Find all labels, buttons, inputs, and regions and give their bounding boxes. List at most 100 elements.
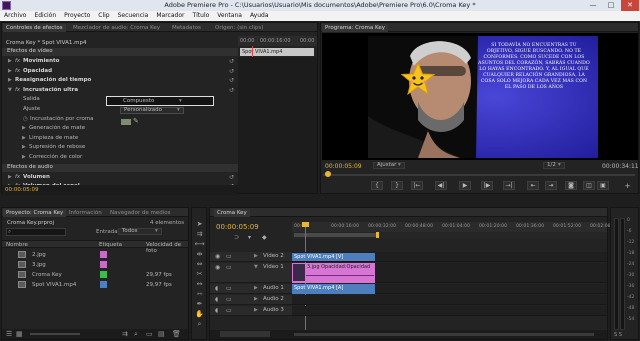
list-view-icon[interactable]: ☰ [6,330,12,338]
menu-ayuda[interactable]: Ayuda [246,11,273,19]
menu-marcador[interactable]: Marcador [152,11,188,19]
effect-timecode[interactable]: 00:00:05:09 [5,187,39,193]
chroma-color-swatch[interactable] [121,119,131,125]
close-button[interactable]: ✕ [621,0,639,11]
icon-view-icon[interactable]: ▦ [16,330,23,338]
menu-secuencia[interactable]: Secuencia [114,11,153,19]
project-item[interactable]: Spot VIVA1.mp4 29,97 fps [2,280,188,290]
add-button-icon[interactable]: + [623,182,632,190]
column-name[interactable]: Nombre [6,242,28,248]
new-bin-icon[interactable]: ▭ [146,330,153,338]
menu-titulo[interactable]: Título [188,11,213,19]
playhead-marker[interactable] [325,171,331,177]
clip-a1[interactable]: Spot VIVA1.mp4 [A] [292,284,375,294]
marker-icon[interactable]: ▾ [248,234,251,241]
eyedropper-icon[interactable]: ✎ [133,117,139,125]
track-lane[interactable] [292,295,607,305]
zoom-slider[interactable] [30,333,80,335]
tab-info[interactable]: Información [66,209,105,217]
eye-icon[interactable]: ◉ [215,264,220,271]
track-header[interactable]: ◖ ▭ ▶ Audio 1 [210,284,292,294]
track-select-tool-icon[interactable]: ⇉ [194,230,205,239]
export-frame-icon[interactable]: ◙ [565,181,577,190]
ajuste-dropdown[interactable]: Personalizado ▾ [120,107,184,114]
mark-out-icon[interactable]: } [391,181,403,190]
eye-icon[interactable]: ◉ [215,253,220,260]
disclosure-open-icon[interactable]: ▼ [8,87,15,93]
reset-icon[interactable]: ↺ [228,77,235,84]
rolling-edit-tool-icon[interactable]: ⇹ [194,250,205,259]
disclosure-closed-icon[interactable]: ▶ [8,58,15,64]
project-item[interactable]: Croma Key 29,97 fps [2,270,188,280]
maximize-button[interactable]: □ [602,0,620,11]
fx-badge-icon[interactable]: fx [15,68,23,74]
zoom-tool-icon[interactable]: ⌕ [194,320,205,329]
rate-stretch-tool-icon[interactable]: ⇔ [194,260,205,269]
effect-row[interactable]: ▶ Generación de mate [2,125,238,133]
razor-tool-icon[interactable]: ✂ [194,270,205,279]
effect-row[interactable]: Efectos de audio [2,163,238,172]
search-bin-icon[interactable]: ⌕ [134,330,138,339]
track-header[interactable]: ◉ ▭ ▼ Vídeo 1 [210,263,292,283]
program-timecode[interactable]: 00:00:05:09 [325,163,362,170]
effect-row[interactable]: ▶ fx Opacidad ↺ [2,68,238,76]
timeline-ruler[interactable]: 00:00 00:00:16:00 00:00:32:00 00:00:48:00 00… [292,222,611,232]
work-area-end-marker[interactable] [376,232,379,238]
menu-clip[interactable]: Clip [94,11,113,19]
automate-icon[interactable]: ⇉ [122,330,128,338]
lift-icon[interactable]: ⇤ [527,181,539,190]
disclosure-closed-icon[interactable]: ▶ [22,125,29,131]
extract-icon[interactable]: ⇥ [545,181,557,190]
trim-icon[interactable]: ◫ [583,181,595,190]
speaker-icon[interactable]: ◖ [215,296,218,303]
reset-icon[interactable]: ↺ [228,68,235,75]
timeline-playhead-handle[interactable] [302,222,309,227]
snap-icon[interactable]: ⊃ [234,234,239,241]
disclosure-closed-icon[interactable]: ▶ [8,77,15,83]
program-scrubber[interactable] [323,171,635,178]
effect-row[interactable]: ▶ Supresión de rebose [2,144,238,152]
effect-row[interactable]: ▶ Limpieza de mate [2,135,238,143]
speaker-icon[interactable]: ◖ [215,285,218,292]
selection-tool-icon[interactable]: ➤ [194,220,205,229]
new-item-icon[interactable]: ▤ [158,330,165,338]
track-header[interactable]: ◖ ▭ ▶ Audio 2 [210,295,292,305]
tab-program[interactable]: Programa: Croma Key [322,24,388,32]
sequence-marker-icon[interactable]: ◆ [262,234,267,241]
tab-source[interactable]: Origen: (sin clips) [212,24,266,32]
lock-icon[interactable]: ▭ [226,264,232,271]
trash-icon[interactable]: 🗑 [172,330,181,338]
disclosure-closed-icon[interactable]: ▶ [254,296,258,302]
effect-keyframe-area[interactable] [238,57,317,193]
play-icon[interactable]: ▶ [459,181,471,190]
project-item[interactable]: 3.jpg [2,260,188,270]
disclosure-closed-icon[interactable]: ▼ [254,264,258,270]
reset-icon[interactable]: ↺ [228,58,235,65]
fit-dropdown[interactable]: Ajustar ▾ [373,162,405,169]
track-header[interactable]: ◉ ▭ ▶ Vídeo 2 [210,252,292,262]
button-editor-icon[interactable]: ▣ [597,181,609,190]
tab-audio-mixer[interactable]: Mezclador de audio: Croma Key [70,24,163,32]
salida-dropdown[interactable]: Compuesto ▾ [106,96,214,106]
timeline-horizontal-scrollbar[interactable] [294,333,594,336]
menu-ventana[interactable]: Ventana [213,11,246,19]
resolution-dropdown[interactable]: 1/2 ▾ [543,162,565,169]
disclosure-closed-icon[interactable]: ▶ [22,154,29,160]
menu-edicion[interactable]: Edición [30,11,60,19]
timeline-timecode[interactable]: 00:00:05:09 [216,223,259,231]
lock-icon[interactable]: ▭ [226,307,232,314]
fx-badge-icon[interactable]: fx [15,174,23,180]
slip-tool-icon[interactable]: ↔ [194,280,205,289]
column-label[interactable]: Etiqueta [99,242,122,248]
menu-proyecto[interactable]: Proyecto [60,11,94,19]
effect-row[interactable]: ▶ fx Volumen ↺ [2,174,238,182]
slide-tool-icon[interactable]: ⇿ [194,290,205,299]
track-lane[interactable] [292,306,607,316]
reset-icon[interactable]: ↺ [228,87,235,94]
tab-media-browser[interactable]: Navegador de medios [107,209,173,217]
disclosure-closed-icon[interactable]: ▶ [8,68,15,74]
work-area-bar[interactable] [292,232,607,239]
minimize-button[interactable]: — [584,0,602,11]
clip-v2[interactable]: Spot VIVA1.mp4 [V] [292,253,375,261]
menu-archivo[interactable]: Archivo [0,11,30,19]
